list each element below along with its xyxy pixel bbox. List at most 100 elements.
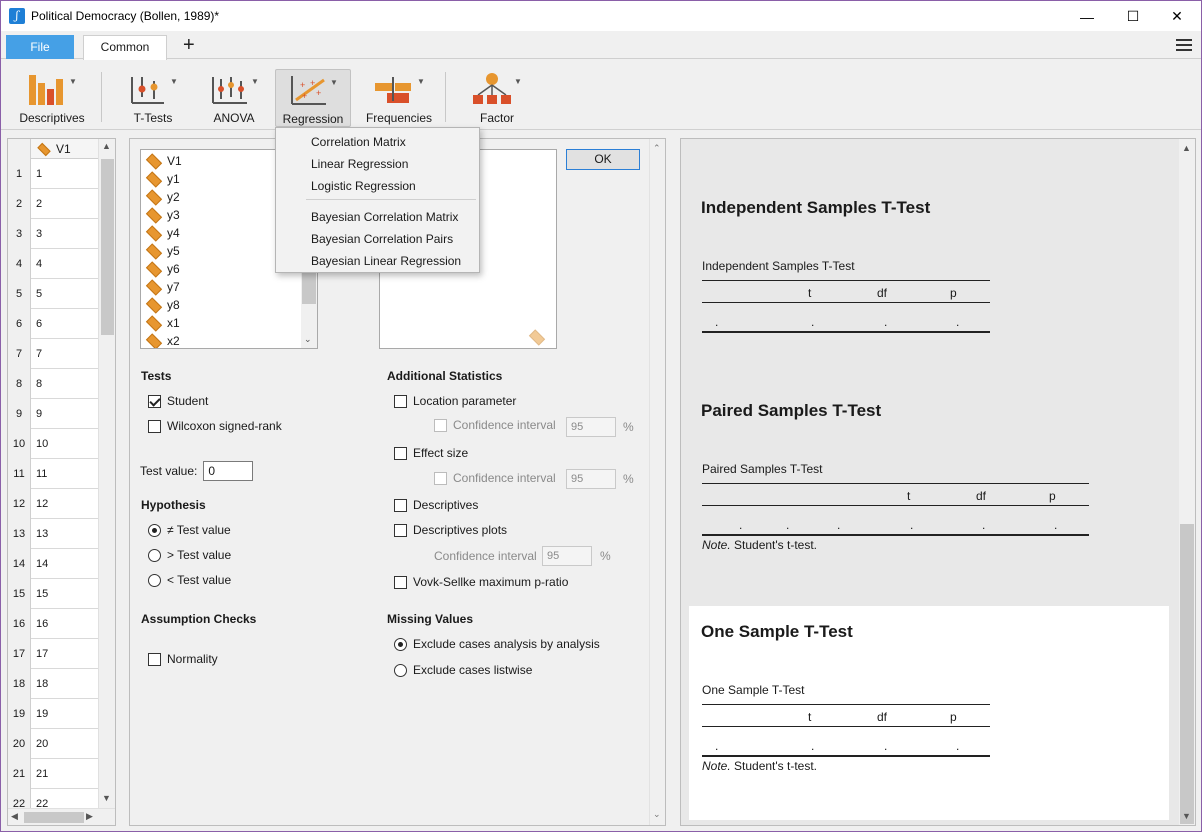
list-item[interactable]: V1 xyxy=(145,152,182,170)
data-spreadsheet[interactable]: V1 1 1 2 2 3 3 4 4 5 5 6 6 7 7 8 8 9 9 10 10 11 11 12 12 13 13 14 1… xyxy=(7,138,116,826)
table-row[interactable]: 20 20 xyxy=(8,729,98,759)
descriptives-plots-checkbox[interactable]: Descriptives plots xyxy=(394,523,507,537)
cell-value[interactable]: 19 xyxy=(36,699,48,729)
table-row[interactable]: 12 12 xyxy=(8,489,98,519)
table-row[interactable]: 18 18 xyxy=(8,669,98,699)
table-row[interactable]: 55 xyxy=(8,279,98,309)
wilcoxon-checkbox[interactable]: Wilcoxon signed-rank xyxy=(148,419,282,433)
cell-value[interactable]: 9 xyxy=(36,399,42,429)
cell-value[interactable]: 11 xyxy=(36,459,47,489)
hypothesis-less-radio[interactable]: < Test value xyxy=(148,573,231,587)
cell-value[interactable]: 2 xyxy=(36,189,42,219)
descriptives-checkbox[interactable]: Descriptives xyxy=(394,498,478,512)
table-row[interactable]: 88 xyxy=(8,369,98,399)
table-row[interactable]: 10 10 xyxy=(8,429,98,459)
menu-item-bayesian-linear-regression[interactable]: Bayesian Linear Regression xyxy=(311,254,461,268)
vovk-sellke-checkbox[interactable]: Vovk-Sellke maximum p-ratio xyxy=(394,575,568,589)
scroll-up-icon[interactable]: ▲ xyxy=(1182,143,1191,153)
hypothesis-not-equal-radio[interactable]: ≠ Test value xyxy=(148,523,231,537)
chevron-down-icon[interactable]: ⌄ xyxy=(304,334,312,345)
table-row[interactable]: 19 19 xyxy=(8,699,98,729)
list-item[interactable]: y3 xyxy=(145,206,180,224)
options-vertical-scrollbar[interactable]: ⌃ ⌄ xyxy=(649,139,665,825)
scroll-down-icon[interactable]: ▼ xyxy=(102,793,111,803)
cell-value[interactable]: 14 xyxy=(36,549,48,579)
location-parameter-checkbox[interactable]: Location parameter xyxy=(394,394,516,408)
menu-item-linear-regression[interactable]: Linear Regression xyxy=(311,157,408,171)
exclude-listwise-radio[interactable]: Exclude cases listwise xyxy=(394,663,532,677)
menu-item-logistic-regression[interactable]: Logistic Regression xyxy=(311,179,416,193)
anova-button[interactable]: ▼ ANOVA xyxy=(205,69,263,127)
table-row[interactable]: 17 17 xyxy=(8,639,98,669)
close-button[interactable]: ✕ xyxy=(1154,2,1200,31)
scroll-down-icon[interactable]: ▼ xyxy=(1182,811,1191,821)
frequencies-button[interactable]: ▼ Frequencies xyxy=(361,69,437,127)
cell-value[interactable]: 10 xyxy=(36,429,48,459)
cell-value[interactable]: 13 xyxy=(36,519,48,549)
scroll-right-icon[interactable]: ▶ xyxy=(86,811,93,822)
table-row[interactable]: 15 15 xyxy=(8,579,98,609)
list-item[interactable]: y2 xyxy=(145,188,180,206)
chevron-up-icon[interactable]: ⌃ xyxy=(653,143,661,154)
list-item[interactable]: y7 xyxy=(145,278,180,296)
factor-button[interactable]: ▼ Factor xyxy=(467,69,527,127)
results-scroll-thumb[interactable] xyxy=(1180,524,1194,824)
student-checkbox[interactable]: Student xyxy=(148,394,208,408)
table-row[interactable]: 16 16 xyxy=(8,609,98,639)
list-item[interactable]: y4 xyxy=(145,224,180,242)
chevron-down-icon[interactable]: ⌄ xyxy=(653,809,661,820)
cell-value[interactable]: 7 xyxy=(36,339,42,369)
table-row[interactable]: 44 xyxy=(8,249,98,279)
cell-value[interactable]: 4 xyxy=(36,249,42,279)
t-tests-button[interactable]: ▼ T-Tests xyxy=(124,69,182,127)
cell-value[interactable]: 18 xyxy=(36,669,48,699)
effect-size-checkbox[interactable]: Effect size xyxy=(394,446,468,460)
table-row[interactable]: 66 xyxy=(8,309,98,339)
normality-checkbox[interactable]: Normality xyxy=(148,652,218,666)
cell-value[interactable]: 1 xyxy=(36,159,42,189)
table-row[interactable]: 13 13 xyxy=(8,519,98,549)
scroll-up-icon[interactable]: ▲ xyxy=(102,141,111,151)
cell-value[interactable]: 8 xyxy=(36,369,42,399)
cell-value[interactable]: 17 xyxy=(36,639,48,669)
test-value-input[interactable]: 0 xyxy=(203,461,254,481)
cell-value[interactable]: 5 xyxy=(36,279,42,309)
menu-list-icon[interactable] xyxy=(1176,39,1192,53)
cell-value[interactable]: 3 xyxy=(36,219,42,249)
list-item[interactable]: y1 xyxy=(145,170,180,188)
tab-file[interactable]: File xyxy=(6,35,74,59)
table-row[interactable]: 77 xyxy=(8,339,98,369)
scroll-left-icon[interactable]: ◀ xyxy=(11,811,18,822)
one-sample-result-card[interactable]: One Sample T-Test One Sample T-Test t df… xyxy=(689,606,1169,820)
table-row[interactable]: 11 11 xyxy=(8,459,98,489)
menu-item-bayesian-correlation-pairs[interactable]: Bayesian Correlation Pairs xyxy=(311,232,453,246)
results-vertical-scrollbar[interactable]: ▲ ▼ xyxy=(1179,139,1195,825)
list-item[interactable]: x1 xyxy=(145,314,180,332)
data-scroll-thumb[interactable] xyxy=(101,159,114,335)
exclude-analysis-radio[interactable]: Exclude cases analysis by analysis xyxy=(394,637,600,651)
descriptives-button[interactable]: ▼ Descriptives xyxy=(16,69,88,127)
ok-button[interactable]: OK xyxy=(566,149,640,170)
cell-value[interactable]: 15 xyxy=(36,579,48,609)
hypothesis-greater-radio[interactable]: > Test value xyxy=(148,548,231,562)
table-row[interactable]: 22 xyxy=(8,189,98,219)
list-item[interactable]: y5 xyxy=(145,242,180,260)
cell-value[interactable]: 21 xyxy=(36,759,48,789)
table-row[interactable]: 21 21 xyxy=(8,759,98,789)
minimize-button[interactable]: — xyxy=(1064,2,1110,31)
list-item[interactable]: y6 xyxy=(145,260,180,278)
cell-value[interactable]: 16 xyxy=(36,609,48,639)
table-row[interactable]: 33 xyxy=(8,219,98,249)
table-row[interactable]: 99 xyxy=(8,399,98,429)
add-tab-button[interactable]: + xyxy=(183,33,195,57)
regression-button[interactable]: + + + + ▼ Regression xyxy=(275,69,351,127)
maximize-button[interactable]: ☐ xyxy=(1110,2,1156,31)
list-item[interactable]: x2 xyxy=(145,332,180,348)
list-item[interactable]: y8 xyxy=(145,296,180,314)
horizontal-scroll-thumb[interactable] xyxy=(24,812,84,823)
table-row[interactable]: 14 14 xyxy=(8,549,98,579)
table-row[interactable]: 11 xyxy=(8,159,98,189)
column-header-v1[interactable]: V1 xyxy=(8,139,98,159)
cell-value[interactable]: 12 xyxy=(36,489,48,519)
tab-common[interactable]: Common xyxy=(83,35,167,60)
